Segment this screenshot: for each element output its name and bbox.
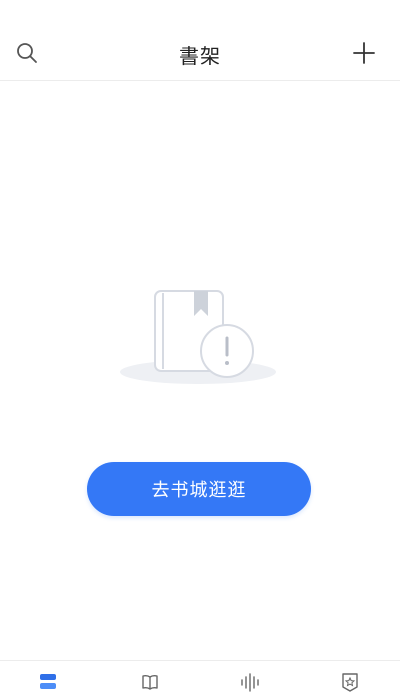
audio-wave-icon [241, 673, 259, 692]
bottom-tab-bar [0, 660, 400, 700]
tab-bookstore[interactable] [137, 669, 163, 695]
bookshelf-icon [40, 674, 56, 689]
tab-bookshelf[interactable] [35, 669, 61, 695]
top-bar: 書架 [0, 0, 400, 81]
open-book-icon [142, 674, 158, 690]
go-to-store-button[interactable]: 去书城逛逛 [87, 462, 311, 516]
profile-star-icon [342, 673, 358, 692]
plus-icon [353, 42, 375, 64]
tab-profile[interactable] [337, 669, 363, 695]
tab-audio[interactable] [237, 669, 263, 695]
page-title: 書架 [179, 44, 221, 68]
book-warning-icon [120, 290, 276, 384]
empty-state-illustration [115, 280, 285, 395]
add-button[interactable] [348, 37, 380, 69]
